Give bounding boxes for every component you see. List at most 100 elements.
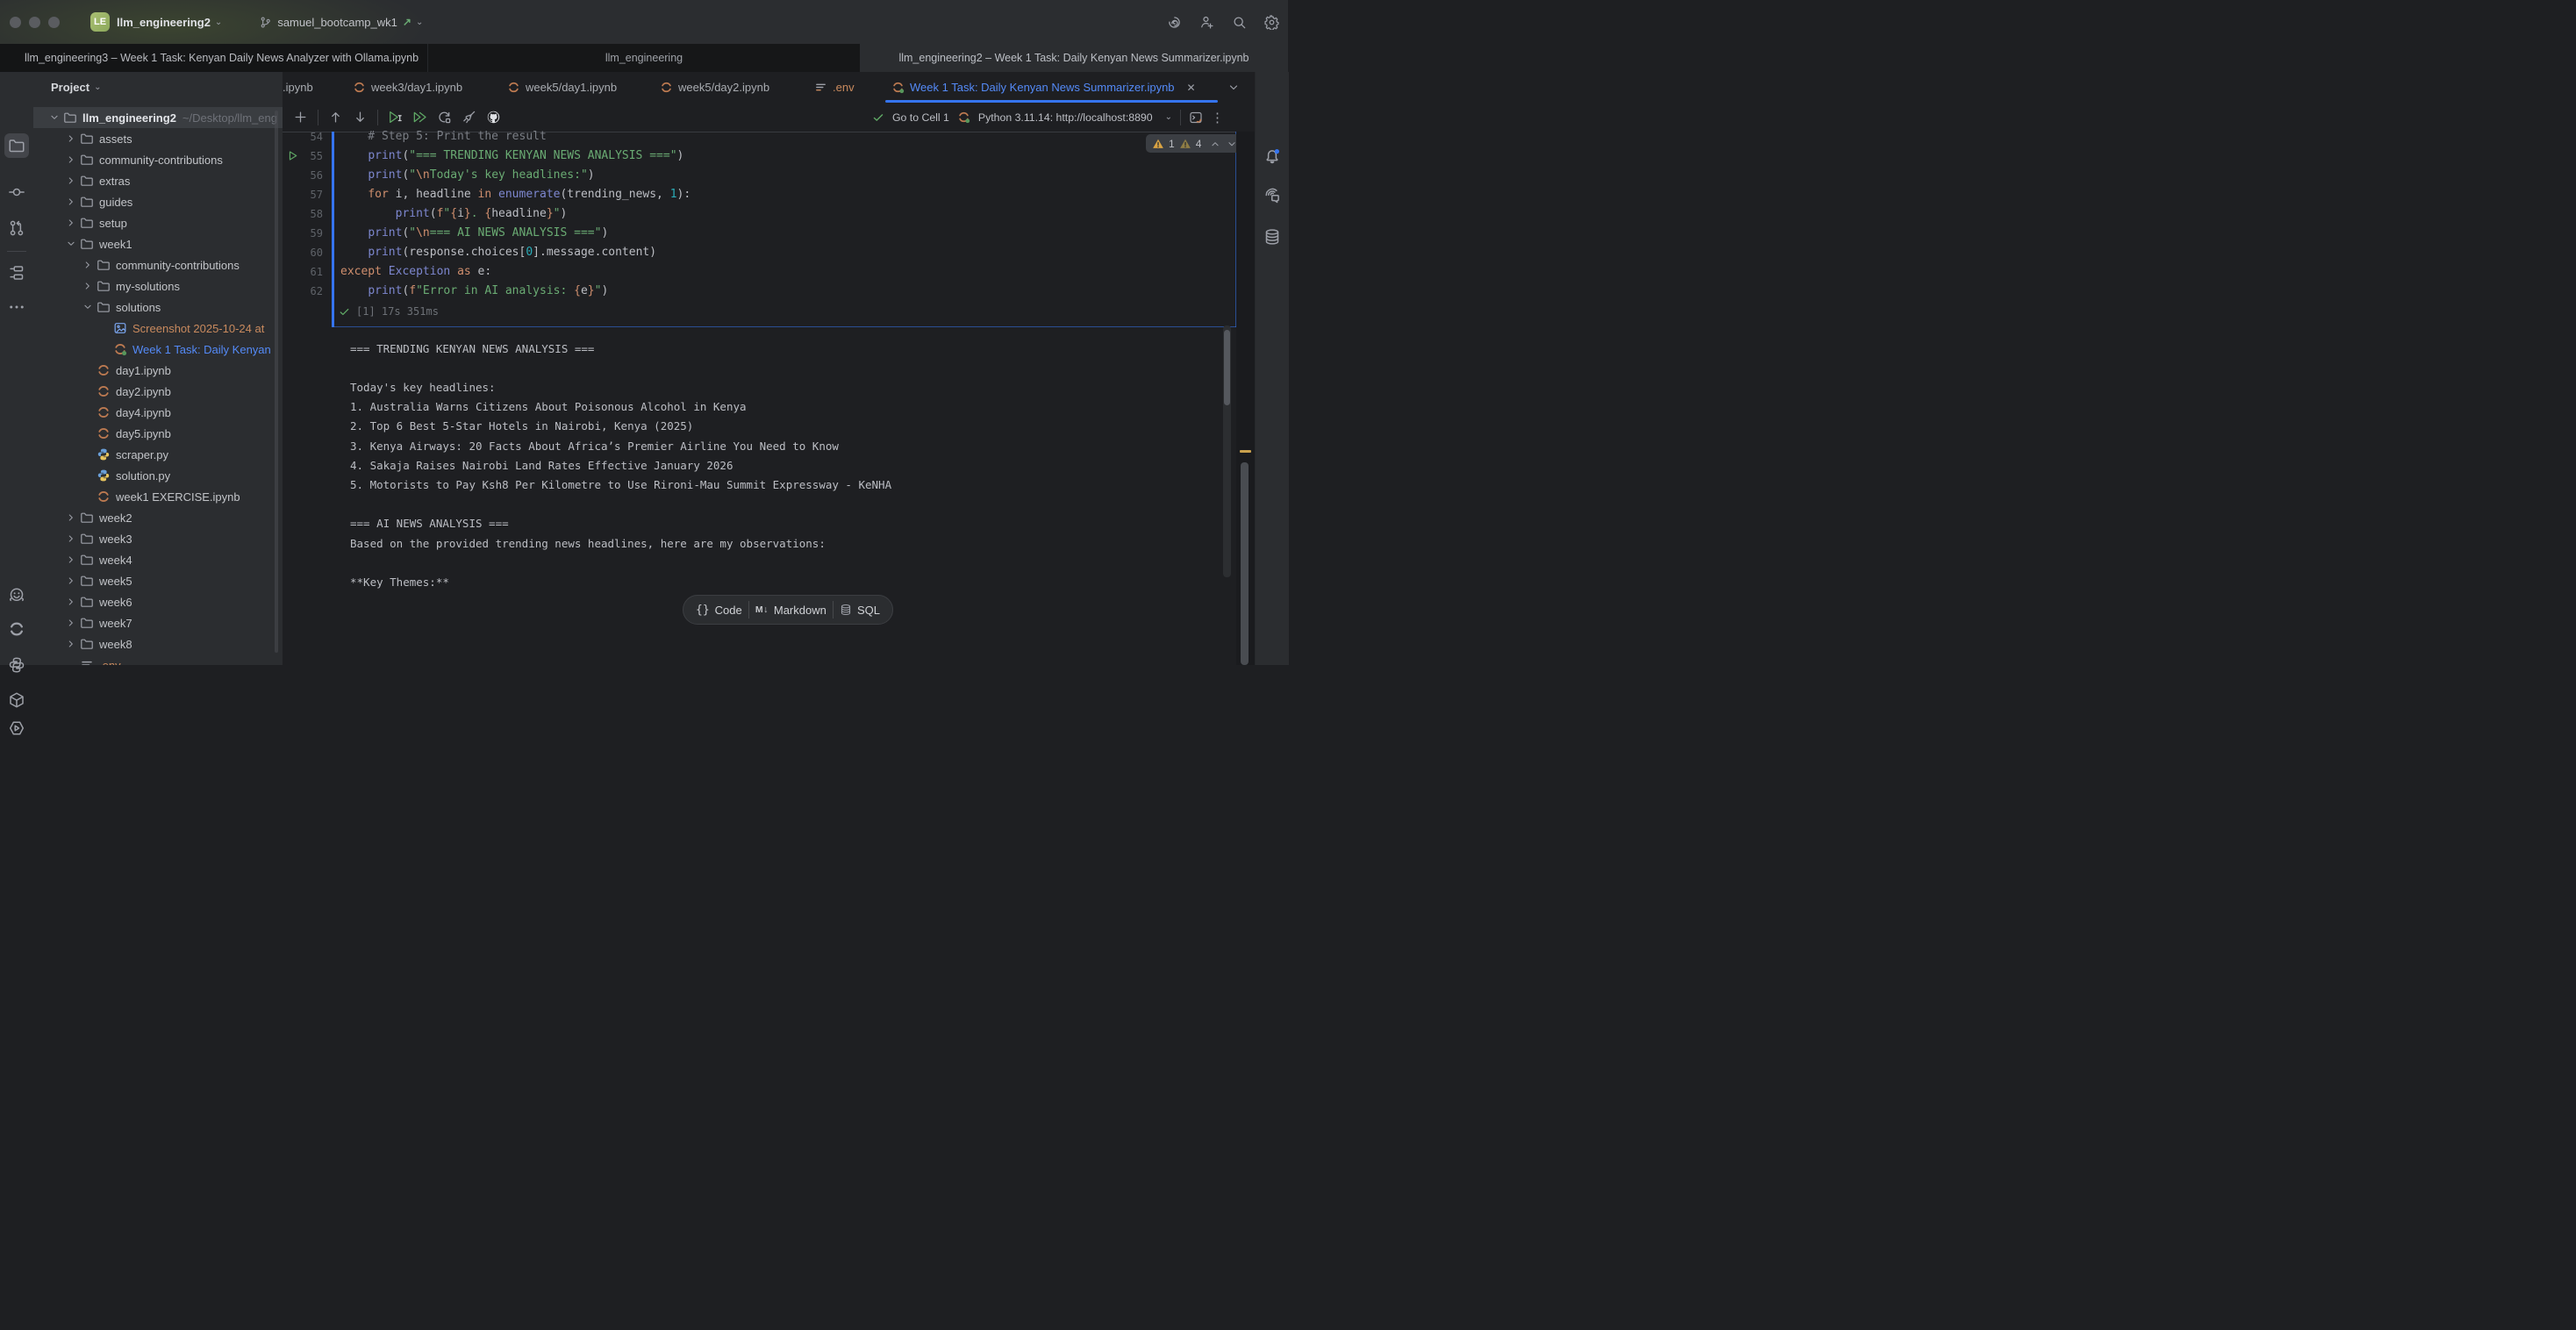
editor-tab-week5-day1-ipynb[interactable]: week5/day1.ipynb xyxy=(507,72,617,103)
inspection-widget[interactable]: 14 xyxy=(1146,134,1244,153)
chevron-right-icon[interactable] xyxy=(64,154,78,166)
move-down-icon[interactable] xyxy=(353,110,368,125)
chevron-right-icon[interactable] xyxy=(64,533,78,545)
tree-item-llm-engineering2[interactable]: llm_engineering2~/Desktop/llm_eng xyxy=(33,107,283,128)
editor-tab-env[interactable]: .env xyxy=(814,72,855,103)
tree-item-my-solutions[interactable]: my-solutions xyxy=(33,275,283,297)
window-tab-llm-engineering2-week-1-task-d[interactable]: llm_engineering2 – Week 1 Task: Daily Ke… xyxy=(860,44,1288,72)
tree-item-day1-ipynb[interactable]: day1.ipynb xyxy=(33,360,283,381)
chevron-down-icon[interactable]: ⌄ xyxy=(1165,112,1172,122)
window-tab-llm-engineering[interactable]: llm_engineering xyxy=(428,44,860,72)
editor-tab-ipynb[interactable]: .ipynb xyxy=(283,72,313,103)
huggingface-icon[interactable] xyxy=(4,583,29,607)
run-cell-gutter-icon[interactable] xyxy=(288,150,299,164)
commit-icon[interactable] xyxy=(4,180,29,204)
tree-item-scraper-py[interactable]: scraper.py xyxy=(33,444,283,465)
tree-item-extras[interactable]: extras xyxy=(33,170,283,191)
zoom-window-button[interactable] xyxy=(48,17,60,28)
project-switcher[interactable]: llm_engineering2 xyxy=(117,16,211,29)
cell-type-markdown-button[interactable]: M↓Markdown xyxy=(755,604,826,617)
chevron-right-icon[interactable] xyxy=(64,617,78,629)
tree-item-screenshot-2025-10-24-at[interactable]: Screenshot 2025-10-24 at xyxy=(33,318,283,339)
chevron-right-icon[interactable] xyxy=(81,259,95,271)
tree-item-setup[interactable]: setup xyxy=(33,212,283,233)
editor-tab-week3-day1-ipynb[interactable]: week3/day1.ipynb xyxy=(353,72,462,103)
chevron-right-icon[interactable] xyxy=(64,175,78,187)
tree-item-week6[interactable]: week6 xyxy=(33,591,283,612)
chevron-down-icon[interactable] xyxy=(47,111,61,124)
warning-stripe-mark[interactable] xyxy=(1240,450,1251,453)
output-scrollbar-thumb[interactable] xyxy=(1224,330,1230,405)
github-icon[interactable] xyxy=(486,110,501,125)
tree-item-week1[interactable]: week1 xyxy=(33,233,283,254)
go-to-cell-button[interactable]: Go to Cell 1 xyxy=(892,111,949,124)
chevron-right-icon[interactable] xyxy=(64,511,78,524)
tree-item-env[interactable]: .env xyxy=(33,654,283,665)
cell-type-code-button[interactable]: {}Code xyxy=(696,604,742,617)
chevron-right-icon[interactable] xyxy=(81,280,95,292)
previous-warning-icon[interactable] xyxy=(1209,138,1221,150)
settings-icon[interactable] xyxy=(1264,15,1279,30)
editor-scrollbar-thumb[interactable] xyxy=(1241,462,1249,665)
chevron-down-icon[interactable] xyxy=(64,238,78,250)
kebab-menu-icon[interactable]: ⋮ xyxy=(1211,110,1224,125)
chevron-right-icon[interactable] xyxy=(64,217,78,229)
editor-tab-week5-day2-ipynb[interactable]: week5/day2.ipynb xyxy=(660,72,769,103)
chevron-right-icon[interactable] xyxy=(64,196,78,208)
ai-chat-icon[interactable] xyxy=(1260,182,1284,207)
project-folder-icon[interactable] xyxy=(4,133,29,158)
run-hexagon-icon[interactable] xyxy=(4,716,29,740)
tree-item-day5-ipynb[interactable]: day5.ipynb xyxy=(33,423,283,444)
chevron-right-icon[interactable] xyxy=(64,554,78,566)
project-panel-header[interactable]: Project ⌄ xyxy=(51,72,101,103)
notifications-icon[interactable] xyxy=(1260,144,1284,168)
tree-item-day2-ipynb[interactable]: day2.ipynb xyxy=(33,381,283,402)
tree-item-solution-py[interactable]: solution.py xyxy=(33,465,283,486)
close-icon[interactable]: ✕ xyxy=(1187,82,1196,94)
restart-kernel-icon[interactable] xyxy=(437,110,452,125)
hidden-tabs-chevron-icon[interactable] xyxy=(1227,81,1241,95)
pull-requests-icon[interactable] xyxy=(4,216,29,240)
tree-item-week5[interactable]: week5 xyxy=(33,570,283,591)
code-editor[interactable]: # Step 5: Print the result print("=== TR… xyxy=(340,127,691,301)
tree-item-week2[interactable]: week2 xyxy=(33,507,283,528)
jupyter-mono-icon[interactable] xyxy=(4,617,29,641)
chevron-right-icon[interactable] xyxy=(64,132,78,145)
chevron-right-icon[interactable] xyxy=(64,596,78,608)
add-user-icon[interactable] xyxy=(1199,15,1214,30)
chevron-down-icon[interactable] xyxy=(81,301,95,313)
cell-type-sql-button[interactable]: SQL xyxy=(840,604,880,617)
tree-item-week-1-task-daily-kenyan[interactable]: Week 1 Task: Daily Kenyan xyxy=(33,339,283,360)
window-tab-llm-engineering3-week-1-task-k[interactable]: llm_engineering3 – Week 1 Task: Kenyan D… xyxy=(0,44,428,72)
ai-assistant-icon[interactable] xyxy=(1167,15,1182,30)
clear-outputs-icon[interactable] xyxy=(462,110,476,125)
search-icon[interactable] xyxy=(1232,15,1247,30)
add-cell-icon[interactable] xyxy=(293,110,308,125)
tree-item-solutions[interactable]: solutions xyxy=(33,297,283,318)
jupyter-console-icon[interactable] xyxy=(1189,111,1203,125)
database-icon[interactable] xyxy=(1260,225,1284,249)
tree-item-community-contributions[interactable]: community-contributions xyxy=(33,254,283,275)
tree-item-community-contributions[interactable]: community-contributions xyxy=(33,149,283,170)
tree-item-week3[interactable]: week3 xyxy=(33,528,283,549)
chevron-right-icon[interactable] xyxy=(64,638,78,650)
more-icon[interactable] xyxy=(4,295,29,319)
traffic-lights[interactable] xyxy=(10,17,68,28)
tree-item-week8[interactable]: week8 xyxy=(33,633,283,654)
editor-tab-week-1-task-daily-kenyan-news-summarizer-ipynb[interactable]: Week 1 Task: Daily Kenyan News Summarize… xyxy=(891,72,1196,103)
run-cell-icon[interactable] xyxy=(388,110,403,125)
tree-item-week4[interactable]: week4 xyxy=(33,549,283,570)
minimize-window-button[interactable] xyxy=(29,17,40,28)
run-all-icon[interactable] xyxy=(412,110,427,125)
close-window-button[interactable] xyxy=(10,17,21,28)
kernel-selector[interactable]: Python 3.11.14: http://localhost:8890 xyxy=(978,111,1153,124)
move-up-icon[interactable] xyxy=(328,110,343,125)
tree-item-day4-ipynb[interactable]: day4.ipynb xyxy=(33,402,283,423)
python-mono-icon[interactable] xyxy=(4,653,29,677)
structure-icon[interactable] xyxy=(4,261,29,285)
packages-icon[interactable] xyxy=(4,688,29,712)
tree-item-week7[interactable]: week7 xyxy=(33,612,283,633)
vcs-branch-widget[interactable]: samuel_bootcamp_wk1 ↗ ⌄ xyxy=(259,16,423,29)
project-tree-scrollbar[interactable] xyxy=(275,111,278,653)
chevron-right-icon[interactable] xyxy=(64,575,78,587)
